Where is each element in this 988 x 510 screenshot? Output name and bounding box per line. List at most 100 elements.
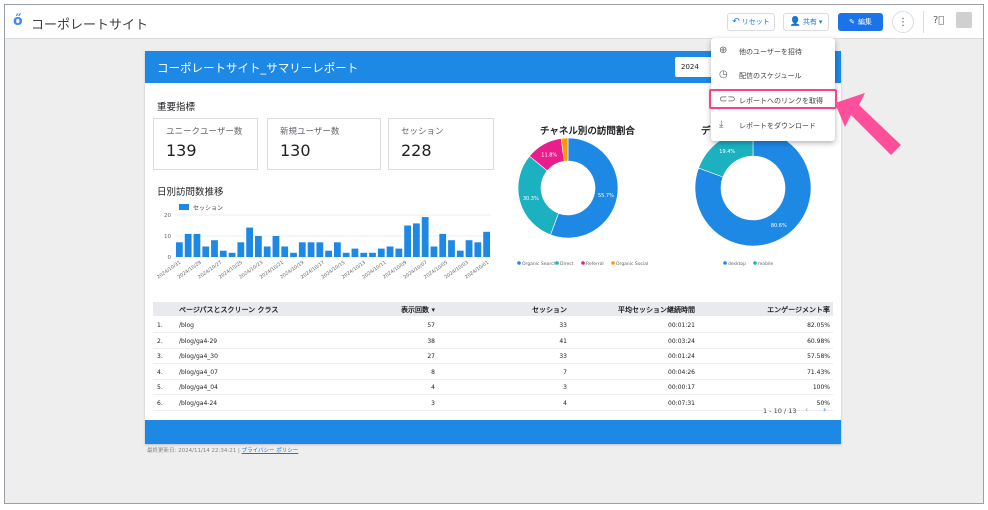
- slice-data-label: 11.8%: [541, 152, 557, 158]
- bar: [219, 250, 227, 257]
- report-name[interactable]: コーポレートサイト: [31, 14, 148, 33]
- kpi-value: 228: [401, 141, 432, 160]
- bar: [237, 242, 245, 257]
- cell-views: 27: [427, 353, 435, 360]
- avatar[interactable]: [956, 12, 972, 28]
- download-icon: ⤓: [719, 119, 724, 130]
- menu-item-label: 配信のスケジュール: [739, 72, 802, 80]
- col-header-engagement[interactable]: エンゲージメント率: [767, 305, 830, 315]
- menu-item-schedule[interactable]: ◷ 配信のスケジュール: [711, 64, 835, 86]
- edit-label: 編集: [857, 18, 872, 26]
- bar: [351, 248, 359, 257]
- bar: [404, 225, 411, 257]
- bar: [228, 252, 236, 257]
- chevron-down-icon: ▾: [818, 18, 823, 26]
- help-icon[interactable]: ?⃝: [933, 15, 944, 26]
- reset-button[interactable]: ↶ リセット: [727, 13, 775, 31]
- col-header-avg-duration[interactable]: 平均セッション継続時間: [618, 305, 695, 315]
- legend-label: desktop: [728, 261, 746, 267]
- bar: [369, 252, 376, 257]
- privacy-policy-link[interactable]: プライバシー ポリシー: [242, 448, 299, 454]
- cell-path: /blog/ga4_07: [179, 368, 218, 376]
- bar: [290, 252, 297, 257]
- bar: [176, 242, 183, 257]
- table-row[interactable]: 4. /blog/ga4_07 8 7 00:04:26 71.43%: [153, 365, 833, 380]
- legend-label: Organic Search: [522, 261, 557, 267]
- last-updated-note: 最終更新日: 2024/11/14 22:34:21 | プライバシー ポリシー: [147, 448, 299, 454]
- table-row[interactable]: 3. /blog/ga4_30 27 33 00:01:24 57.58%: [153, 349, 833, 364]
- annotation-arrow: [835, 93, 901, 155]
- table-row[interactable]: 6./blog/ga4-24 3 4 00:07:31 50%: [153, 396, 833, 411]
- kpi-label: ユニークユーザー数: [166, 127, 243, 137]
- pencil-icon: ✎: [849, 18, 855, 26]
- menu-item-invite[interactable]: ⊕ 他のユーザーを招待: [711, 40, 835, 62]
- cell-path: /blog: [179, 322, 194, 329]
- legend-dot: [753, 261, 757, 265]
- cell-avg-duration: 00:01:24: [668, 353, 695, 360]
- cell-avg-duration: 00:04:26: [668, 368, 695, 376]
- table-row[interactable]: 5. /blog/ga4_04 4 3 00:00:17 100%: [153, 380, 833, 395]
- looker-studio-logo-icon[interactable]: ő: [13, 13, 23, 29]
- col-header-sessions[interactable]: セッション: [532, 305, 567, 315]
- bar: [465, 240, 473, 257]
- kpi-value: 130: [280, 141, 311, 160]
- legend-dot: [723, 261, 727, 265]
- kpi-label: セッション: [401, 127, 444, 137]
- edit-button[interactable]: ✎ 編集: [838, 13, 883, 31]
- cell-path: /blog/ga4-24: [179, 399, 218, 407]
- kpi-card-new-users: 新規ユーザー数 130: [267, 118, 381, 170]
- bar: [307, 242, 315, 257]
- undo-icon: ↶: [732, 17, 740, 27]
- share-button[interactable]: 👤 共有 ▾: [783, 13, 829, 31]
- date-range-text: 2024: [681, 63, 699, 71]
- y-tick-label: 0: [168, 255, 172, 261]
- row-number: 5.: [157, 384, 163, 391]
- table-header: ページパスとスクリーン クラス 表示回数 ▾ セッション 平均セッション継続時間…: [153, 302, 833, 316]
- kpi-card-sessions: セッション 228: [388, 118, 494, 170]
- cell-views: 8: [431, 368, 435, 376]
- cell-path: /blog/ga4_30: [179, 353, 218, 360]
- col-header-path[interactable]: ページパスとスクリーン クラス: [179, 305, 278, 315]
- app-window: ő コーポレートサイト ↶ リセット 👤 共有 ▾ ✎ 編集 ⋮ ?⃝ コーポレ…: [4, 4, 984, 504]
- bar: [255, 236, 262, 257]
- cell-avg-duration: 00:00:17: [668, 384, 695, 391]
- bar: [202, 246, 210, 257]
- report-footer: [145, 420, 841, 444]
- row-number: 4.: [157, 368, 163, 376]
- table-row[interactable]: 1. /blog 57 33 00:01:21 82.05%: [153, 318, 833, 333]
- bar: [421, 217, 429, 257]
- cell-sessions: 7: [563, 368, 567, 376]
- bar: [342, 252, 350, 257]
- cell-engagement: 57.58%: [807, 353, 830, 360]
- legend-label: mobile: [758, 261, 773, 267]
- table-row[interactable]: 2. /blog/ga4-29 38 41 00:03:24 60.98%: [153, 334, 833, 349]
- bar: [334, 242, 341, 257]
- top-toolbar: ő コーポレートサイト ↶ リセット 👤 共有 ▾ ✎ 編集 ⋮ ?⃝: [5, 5, 983, 39]
- row-number: 6.: [157, 399, 163, 407]
- y-tick-label: 20: [164, 213, 171, 219]
- legend-label: セッション: [193, 205, 223, 212]
- legend-dot: [611, 261, 615, 265]
- bar: [448, 240, 455, 257]
- bar: [483, 231, 490, 257]
- bar: [456, 250, 464, 257]
- bar: [263, 246, 271, 257]
- bar: [474, 242, 482, 257]
- bar: [386, 246, 394, 257]
- bar: [211, 240, 218, 257]
- cell-path: /blog/ga4_04: [179, 384, 218, 391]
- cell-sessions: 3: [563, 384, 567, 391]
- more-options-button[interactable]: ⋮: [892, 11, 914, 33]
- menu-item-download[interactable]: ⤓ レポートをダウンロード: [711, 114, 835, 136]
- cell-views: 3: [431, 399, 435, 407]
- cell-sessions: 33: [559, 353, 567, 360]
- legend-label: Direct: [560, 261, 574, 267]
- col-header-views[interactable]: 表示回数 ▾: [401, 305, 435, 315]
- bar: [316, 242, 324, 257]
- kpi-label: 新規ユーザー数: [280, 127, 340, 137]
- next-page-icon[interactable]: ›: [823, 405, 826, 414]
- prev-page-icon[interactable]: ‹: [805, 405, 808, 414]
- cell-sessions: 4: [563, 399, 567, 407]
- slice-data-label: 19.4%: [719, 149, 735, 155]
- report-title: コーポレートサイト_サマリーレポート: [157, 61, 359, 75]
